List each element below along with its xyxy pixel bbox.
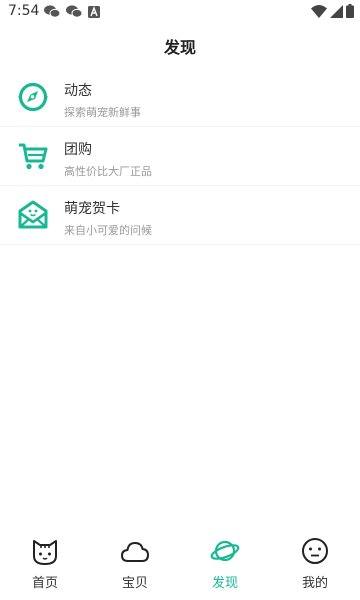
nav-label: 发现 [211,576,238,591]
battery-icon [346,4,354,18]
wifi-icon [311,4,327,18]
list-item-title: 团购 [64,142,92,158]
nav-item-home[interactable]: 首页 [0,528,90,600]
nav-label: 我的 [301,576,328,591]
bottom-nav: 首页 宝贝 发现 我的 [0,528,360,600]
status-right-icons [311,4,354,18]
page-title: 发现 [163,38,196,57]
notification-a-icon [88,5,100,18]
signal-icon [330,4,343,18]
compass-icon [18,82,48,112]
wechat-icon [44,5,60,18]
list-item-subtitle: 探索萌宠新鲜事 [64,106,141,119]
list-item-moments[interactable]: 动态 探索萌宠新鲜事 [0,68,360,127]
cart-icon [19,143,48,170]
cat-icon [33,540,57,565]
list-item-subtitle: 高性价比大厂正品 [64,165,152,178]
nav-label: 宝贝 [121,576,148,591]
discover-list: 动态 探索萌宠新鲜事 团购 高性价比大厂正品 萌宠贺卡 来自小可爱的问候 [0,68,360,245]
status-left-icons [44,5,100,18]
planet-icon [210,540,240,562]
list-item-subtitle: 来自小可爱的问候 [64,224,152,237]
nav-item-discover[interactable]: 发现 [180,528,270,600]
wechat-icon [66,5,82,18]
envelope-icon [18,200,48,229]
list-item-group-buy[interactable]: 团购 高性价比大厂正品 [0,127,360,186]
nav-label: 首页 [31,576,58,591]
status-bar: 7:54 [0,0,360,24]
status-time: 7:54 [8,3,40,19]
list-item-title: 萌宠贺卡 [64,201,120,217]
list-item-pet-card[interactable]: 萌宠贺卡 来自小可爱的问候 [0,186,360,245]
nav-item-baby[interactable]: 宝贝 [90,528,180,600]
list-item-title: 动态 [64,83,92,99]
nav-item-me[interactable]: 我的 [270,528,360,600]
cloud-icon [121,542,149,562]
smiley-icon [302,538,328,564]
